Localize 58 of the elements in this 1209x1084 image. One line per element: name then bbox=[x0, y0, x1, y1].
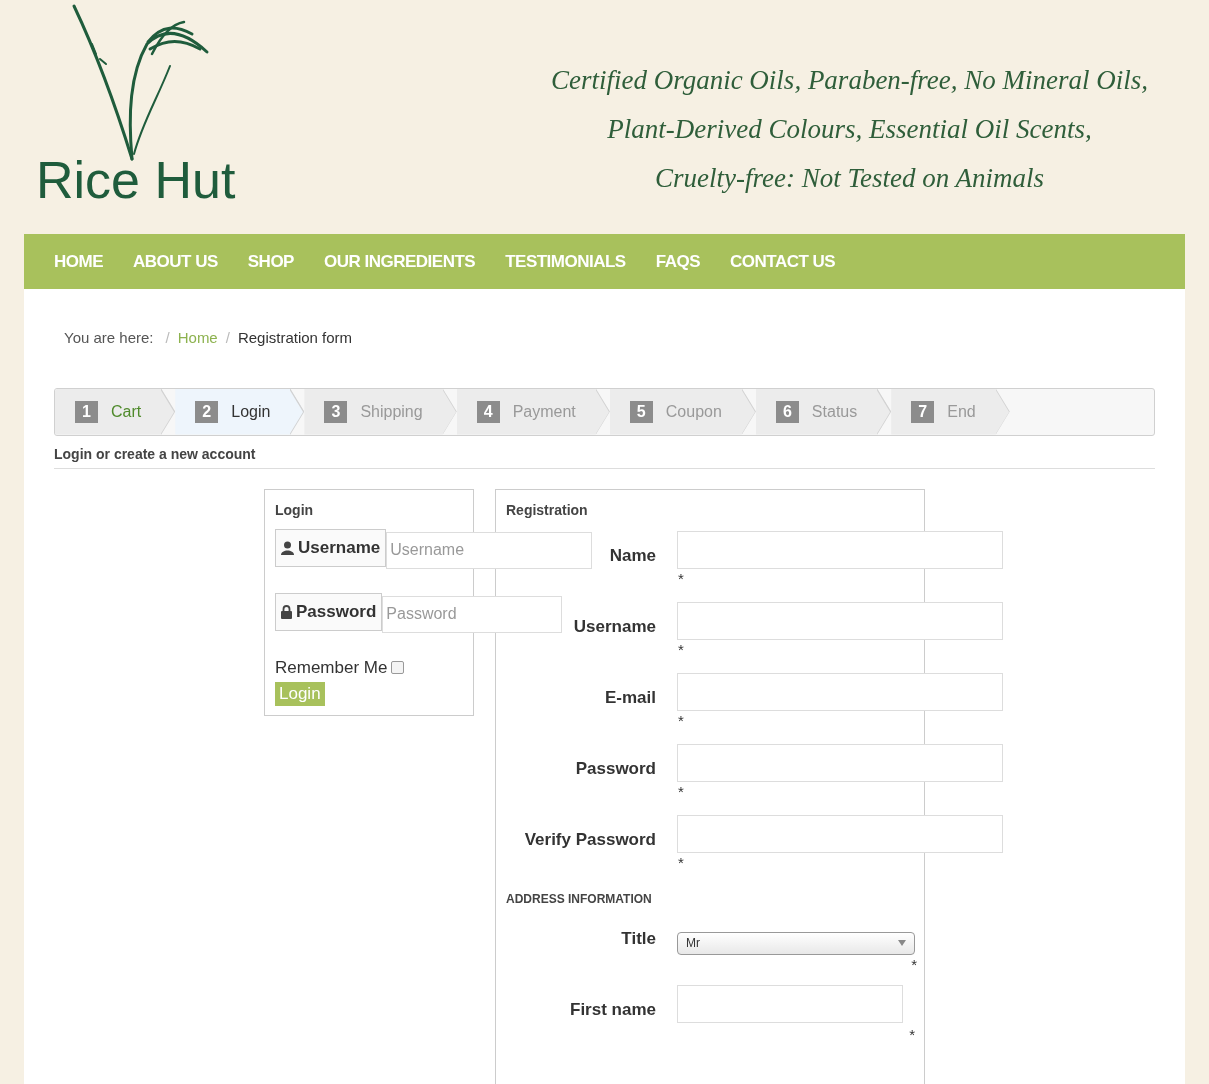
checkout-step-tab[interactable]: 2 Login bbox=[175, 388, 305, 435]
checkout-step-tab[interactable]: 5 Coupon bbox=[609, 388, 756, 435]
breadcrumb-link[interactable]: Home bbox=[177, 327, 218, 350]
lock-icon bbox=[281, 604, 292, 619]
checkout-step-tab[interactable]: 7 End bbox=[891, 388, 1010, 435]
text-field[interactable] bbox=[677, 743, 1003, 782]
password-field[interactable]: Password bbox=[382, 595, 563, 633]
field-label: Username bbox=[572, 615, 656, 638]
breadcrumb-separator: / bbox=[225, 328, 230, 348]
breadcrumb-current: Registration form bbox=[237, 328, 353, 348]
field-label: E-mail bbox=[603, 686, 656, 709]
required-mark: * bbox=[678, 710, 685, 731]
nav-link[interactable]: ABOUT US bbox=[133, 248, 218, 275]
nav-link[interactable]: CONTACT US bbox=[730, 248, 836, 275]
required-mark: * bbox=[678, 568, 685, 589]
brand-name: Rice Hut bbox=[36, 154, 237, 206]
section-title: Login or create a new account bbox=[54, 443, 1155, 469]
tagline-text: Certified Organic Oils, Paraben-free, No Mineral Oils, bbox=[550, 64, 1149, 97]
required-mark: * bbox=[678, 852, 685, 873]
panel-title: Registration bbox=[505, 500, 589, 520]
username-addon: Username bbox=[275, 528, 387, 567]
nav-link[interactable]: FAQS bbox=[655, 248, 700, 275]
text-field[interactable] bbox=[677, 984, 903, 1023]
field-label: First name bbox=[569, 998, 656, 1021]
tagline-text: Plant-Derived Colours, Essential Oil Scents, bbox=[607, 113, 1092, 146]
remember-label: Remember Me bbox=[275, 656, 388, 679]
title-select[interactable]: Mr bbox=[677, 931, 915, 955]
caret-icon bbox=[898, 940, 906, 946]
address-section-title: ADDRESS INFORMATION bbox=[505, 890, 653, 908]
field-label: Title bbox=[620, 927, 656, 950]
text-field[interactable] bbox=[677, 601, 1003, 640]
text-field[interactable] bbox=[677, 530, 1003, 569]
remember-checkbox[interactable] bbox=[391, 660, 405, 674]
field-label: Verify Password bbox=[523, 828, 656, 851]
user-icon bbox=[281, 540, 294, 555]
panel-title: Login bbox=[275, 500, 315, 520]
checkout-step-tab[interactable]: 1 Cart bbox=[55, 388, 176, 435]
nav-link[interactable]: TESTIMONIALS bbox=[505, 248, 626, 275]
text-field[interactable] bbox=[677, 672, 1003, 711]
breadcrumb-separator: / bbox=[165, 328, 170, 348]
tagline-text: Cruelty-free: Not Tested on Animals bbox=[655, 162, 1044, 195]
checkout-step-tab[interactable]: 3 Shipping bbox=[304, 388, 457, 435]
required-mark: * bbox=[911, 954, 917, 975]
required-mark: * bbox=[909, 1024, 915, 1045]
required-mark: * bbox=[678, 781, 685, 802]
field-label: Name bbox=[608, 544, 656, 567]
nav-link[interactable]: OUR INGREDIENTS bbox=[323, 248, 476, 275]
field-label: Password bbox=[574, 757, 656, 780]
text-field[interactable] bbox=[677, 814, 1003, 853]
password-addon: Password bbox=[275, 592, 383, 631]
nav-link[interactable]: SHOP bbox=[247, 248, 294, 275]
login-button[interactable]: Login bbox=[275, 682, 325, 706]
checkout-step-tab[interactable]: 4 Payment bbox=[456, 388, 610, 435]
required-mark: * bbox=[678, 639, 685, 660]
username-field[interactable]: Username bbox=[386, 531, 593, 569]
checkout-step-tab[interactable]: 6 Status bbox=[755, 388, 892, 435]
nav-link[interactable]: HOME bbox=[54, 248, 103, 275]
breadcrumb-label: You are here: bbox=[64, 328, 154, 348]
